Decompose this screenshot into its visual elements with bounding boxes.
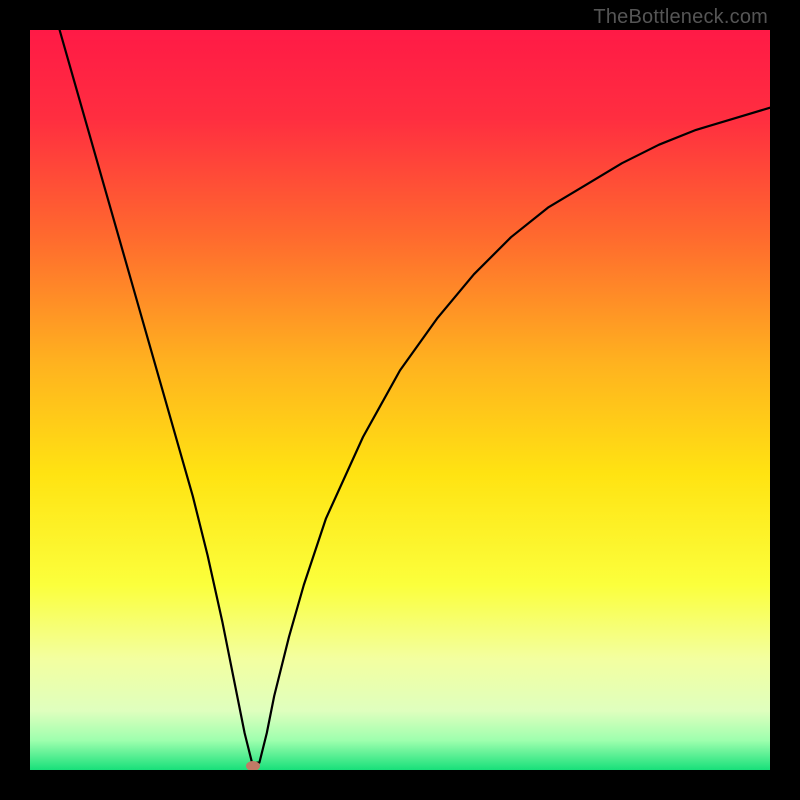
plot-area [30,30,770,770]
optimum-marker [246,761,260,770]
bottleneck-curve [30,30,770,770]
attribution-text: TheBottleneck.com [593,6,768,29]
